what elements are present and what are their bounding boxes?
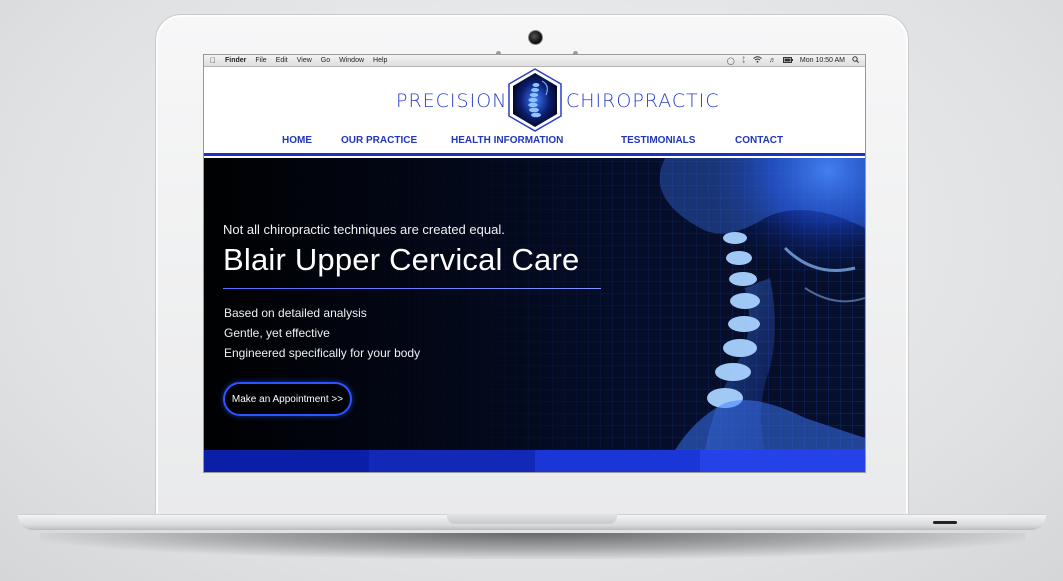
bluetooth-icon[interactable]: ᛨ xyxy=(742,57,746,64)
benefit-item: Gentle, yet effective xyxy=(224,326,330,340)
laptop-notch xyxy=(447,514,617,524)
nav-our-practice[interactable]: OUR PRACTICE xyxy=(341,135,417,146)
band-segment xyxy=(534,450,700,472)
main-nav: HOME OUR PRACTICE HEALTH INFORMATION TES… xyxy=(204,135,865,153)
hero-benefits: Based on detailed analysis Gentle, yet e… xyxy=(224,303,420,363)
make-appointment-button[interactable]: Make an Appointment >> xyxy=(223,382,352,416)
laptop-shadow xyxy=(40,533,1025,559)
headline-underline xyxy=(223,288,601,289)
hero-tagline: Not all chiropractic techniques are crea… xyxy=(223,222,505,237)
search-icon[interactable] xyxy=(852,56,859,65)
benefit-item: Engineered specifically for your body xyxy=(224,346,421,360)
benefit-item: Based on detailed analysis xyxy=(224,306,367,320)
band-segment xyxy=(699,450,865,472)
menu-edit[interactable]: Edit xyxy=(276,57,288,64)
status-light xyxy=(933,521,957,524)
menu-window[interactable]: Window xyxy=(339,57,364,64)
logo-text-chiropractic[interactable]: CHIROPRACTIC xyxy=(566,90,720,112)
spine-xray-image xyxy=(659,158,865,450)
wifi-icon[interactable] xyxy=(753,56,762,65)
nav-testimonials[interactable]: TESTIMONIALS xyxy=(621,135,695,146)
volume-icon[interactable]: ♬ xyxy=(769,57,776,64)
menubar-status: ◯ ᛨ ♬ Mon 10:50 AM xyxy=(727,56,859,65)
camera-icon xyxy=(528,30,543,45)
site-header: PRECISION CHIROPRACTIC HOME OUR PRACTICE… xyxy=(204,67,865,156)
nav-home[interactable]: HOME xyxy=(282,135,312,146)
menu-go[interactable]: Go xyxy=(321,57,330,64)
nav-health-information[interactable]: HEALTH INFORMATION xyxy=(451,135,563,146)
apple-icon[interactable]:  xyxy=(210,56,216,65)
band-segment xyxy=(369,450,535,472)
menu-file[interactable]: File xyxy=(255,57,266,64)
hero-headline: Blair Upper Cervical Care xyxy=(223,242,580,277)
menu-help[interactable]: Help xyxy=(373,57,387,64)
nav-contact[interactable]: CONTACT xyxy=(735,135,783,146)
battery-icon[interactable] xyxy=(782,56,793,65)
screen:  Finder File Edit View Go Window Help ◯… xyxy=(203,54,866,473)
spotlight-icon[interactable]: ◯ xyxy=(727,57,735,65)
nav-divider xyxy=(204,153,865,156)
blue-footer-band xyxy=(204,450,865,472)
menu-app-name[interactable]: Finder xyxy=(225,57,246,64)
menubar-clock[interactable]: Mon 10:50 AM xyxy=(800,57,845,64)
menu-view[interactable]: View xyxy=(297,57,312,64)
spine-logo-icon[interactable] xyxy=(506,67,564,133)
hero-banner: Not all chiropractic techniques are crea… xyxy=(204,158,865,450)
logo-text-precision[interactable]: PRECISION xyxy=(396,90,507,112)
band-segment xyxy=(204,450,370,472)
mac-menubar:  Finder File Edit View Go Window Help ◯… xyxy=(204,55,865,67)
